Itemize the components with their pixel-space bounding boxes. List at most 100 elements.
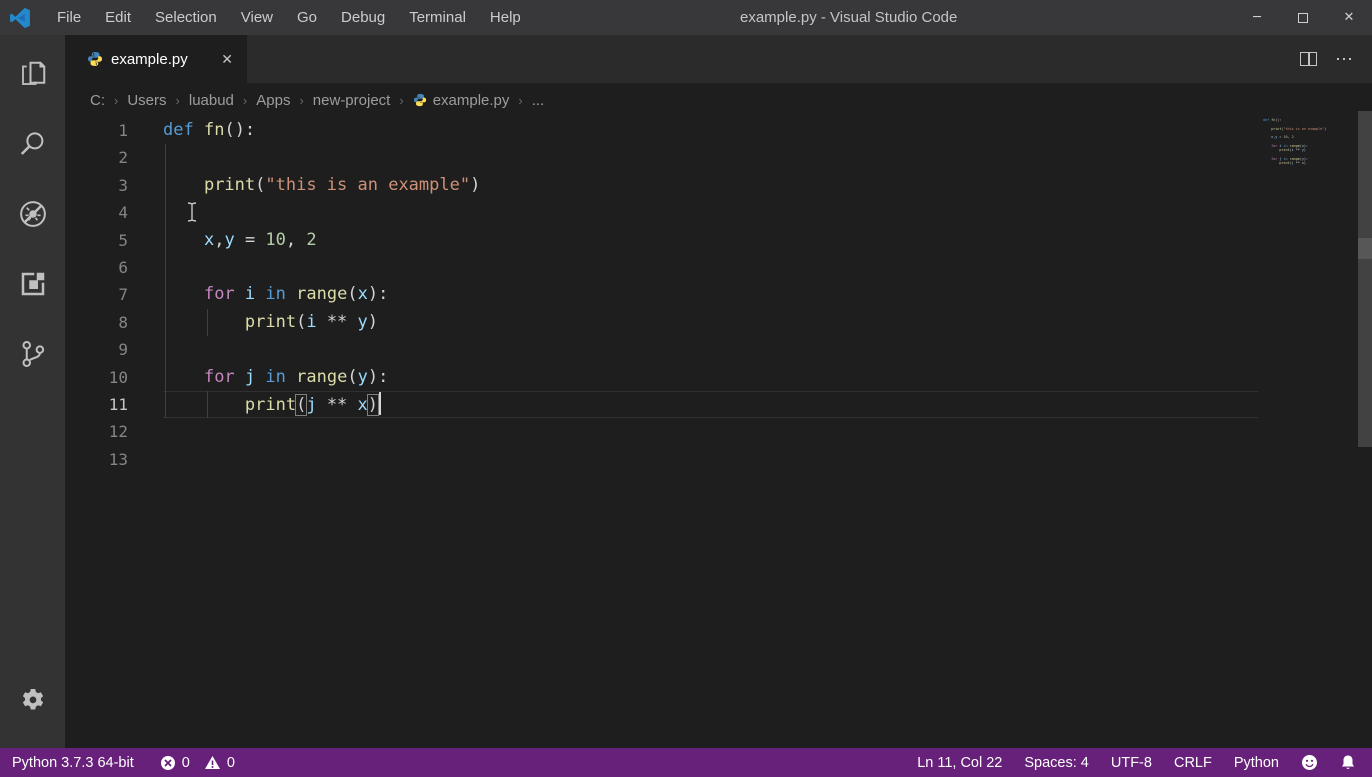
breadcrumb-item[interactable]: luabud (187, 92, 236, 109)
bracket-match: ( (296, 395, 306, 415)
menu-file[interactable]: File (45, 0, 93, 35)
code-token: ): (368, 367, 388, 387)
explorer-icon[interactable] (0, 43, 65, 105)
code-line[interactable]: 2 (65, 144, 1372, 171)
breadcrumb-item[interactable]: Apps (254, 92, 292, 109)
line-number: 13 (65, 446, 128, 473)
menu-help[interactable]: Help (478, 0, 533, 35)
vertical-scrollbar[interactable] (1358, 111, 1372, 447)
code-token: print (245, 395, 296, 415)
indentation-status[interactable]: Spaces: 4 (1024, 755, 1089, 771)
minimap[interactable]: def fn(): print("this is an example") x,… (1263, 118, 1355, 174)
code-line[interactable]: 9 (65, 336, 1372, 363)
code-token: ** (317, 312, 358, 332)
maximize-button[interactable] (1280, 0, 1326, 35)
code-token: x (358, 284, 368, 304)
code-text: def fn(): (128, 120, 255, 140)
language-mode-status[interactable]: Python (1234, 755, 1279, 771)
code-line[interactable]: 4 (65, 199, 1372, 226)
editor-actions: ⋯ (1300, 35, 1372, 83)
line-number: 7 (65, 281, 128, 308)
code-token: for (204, 284, 235, 304)
code-line[interactable]: 1def fn(): (65, 117, 1372, 144)
code-token: ( (255, 175, 265, 195)
code-token: range (296, 284, 347, 304)
code-line[interactable]: 8 print(i ** y) (65, 309, 1372, 336)
breadcrumb-chevron-icon: › (169, 93, 187, 108)
code-editor[interactable]: 1def fn():23 print("this is an example")… (65, 117, 1372, 748)
search-icon[interactable] (0, 113, 65, 175)
menu-debug[interactable]: Debug (329, 0, 397, 35)
more-actions-icon[interactable]: ⋯ (1335, 49, 1354, 70)
minimize-button[interactable]: ─ (1234, 0, 1280, 35)
code-line[interactable]: 10 for j in range(y): (65, 364, 1372, 391)
code-token: y (358, 312, 368, 332)
tab-close-icon[interactable]: ✕ (217, 49, 237, 70)
eol-status[interactable]: CRLF (1174, 755, 1212, 771)
breadcrumb-item[interactable]: C: (88, 92, 107, 109)
breadcrumb-item[interactable]: Users (125, 92, 168, 109)
scrollbar-thumb[interactable] (1358, 238, 1372, 259)
code-line[interactable]: 6 (65, 254, 1372, 281)
breadcrumb-chevron-icon: › (292, 93, 310, 108)
code-token (235, 284, 245, 304)
code-token (163, 312, 245, 332)
encoding-status[interactable]: UTF-8 (1111, 755, 1152, 771)
error-count: 0 (182, 755, 190, 771)
breadcrumb-item-tail[interactable]: ... (530, 92, 547, 109)
code-text (128, 257, 163, 277)
code-token: "this is an example" (265, 175, 470, 195)
python-interpreter-status[interactable]: Python 3.7.3 64-bit (12, 755, 134, 771)
code-token: print (245, 312, 296, 332)
code-token: , (286, 230, 306, 250)
split-editor-icon[interactable] (1300, 52, 1317, 66)
close-button[interactable]: ✕ (1326, 0, 1372, 35)
code-line[interactable]: 13 (65, 446, 1372, 473)
code-token: def (163, 120, 194, 140)
code-token: in (265, 284, 285, 304)
menu-view[interactable]: View (229, 0, 285, 35)
minimap-line (1263, 170, 1355, 174)
line-number: 2 (65, 144, 128, 171)
code-token (163, 395, 245, 415)
warning-count: 0 (227, 755, 235, 771)
code-token (255, 284, 265, 304)
menu-edit[interactable]: Edit (93, 0, 143, 35)
source-control-icon[interactable] (0, 323, 65, 385)
problems-status[interactable]: 0 0 (160, 755, 235, 771)
code-token: j (306, 395, 316, 415)
code-token (235, 367, 245, 387)
code-token: range (296, 367, 347, 387)
cursor-position-status[interactable]: Ln 11, Col 22 (917, 755, 1002, 771)
code-line[interactable]: 11 print(j ** x) (65, 391, 1372, 418)
menu-selection[interactable]: Selection (143, 0, 229, 35)
code-text (128, 147, 163, 167)
python-file-icon (413, 93, 427, 107)
code-line[interactable]: 7 for i in range(x): (65, 281, 1372, 308)
title-bar: File Edit Selection View Go Debug Termin… (0, 0, 1372, 35)
notifications-bell-icon[interactable] (1340, 754, 1356, 771)
extensions-icon[interactable] (0, 253, 65, 315)
breadcrumb-item[interactable]: new-project (311, 92, 393, 109)
debug-disabled-icon[interactable] (0, 183, 65, 245)
code-token (163, 367, 204, 387)
code-text: print("this is an example") (128, 175, 480, 195)
code-text: for j in range(y): (128, 367, 388, 387)
line-number: 9 (65, 336, 128, 363)
code-line[interactable]: 12 (65, 418, 1372, 445)
code-line[interactable]: 3 print("this is an example") (65, 172, 1372, 199)
feedback-smiley-icon[interactable] (1301, 754, 1318, 771)
settings-gear-icon[interactable] (0, 668, 65, 730)
code-token: i (306, 312, 316, 332)
menu-terminal[interactable]: Terminal (397, 0, 478, 35)
code-token (255, 367, 265, 387)
code-token: in (265, 367, 285, 387)
breadcrumb-chevron-icon: › (236, 93, 254, 108)
line-number: 6 (65, 254, 128, 281)
menu-go[interactable]: Go (285, 0, 329, 35)
code-token: 2 (306, 230, 316, 250)
code-line[interactable]: 5 x,y = 10, 2 (65, 227, 1372, 254)
breadcrumb-item-file[interactable]: example.py (411, 92, 512, 109)
tab-example-py[interactable]: example.py ✕ (65, 35, 247, 83)
code-token: ( (296, 312, 306, 332)
